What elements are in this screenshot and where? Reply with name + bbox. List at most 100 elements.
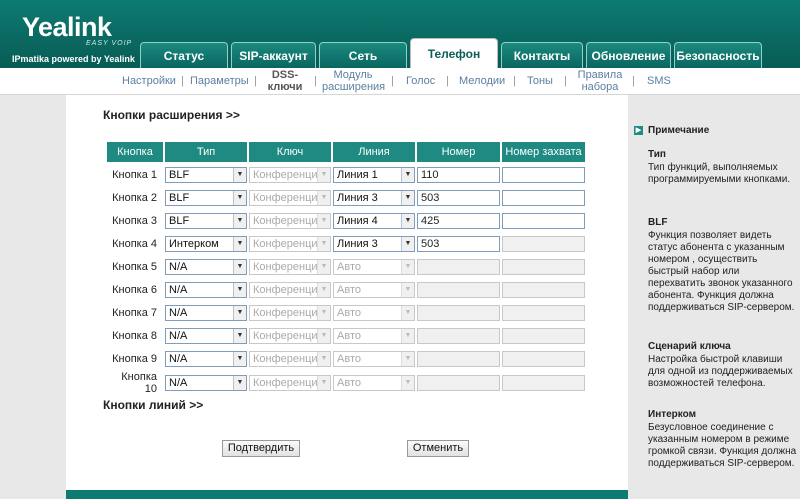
brand-tagline: EASY VOIP [86,40,133,47]
table-row: Кнопка 9 N/A ▼ Конференци ▼ Авто ▼ [107,348,585,369]
value-cell: Конференци ▼ [249,279,331,300]
type-select[interactable]: N/A ▼ [165,304,247,321]
line-select[interactable]: Линия 4 ▼ [333,212,415,229]
table-row: Кнопка 8 N/A ▼ Конференци ▼ Авто ▼ [107,325,585,346]
line-cell: Линия 3 ▼ [333,233,415,254]
subnav-module[interactable]: Модуль расширения [322,69,386,93]
table-header-row: Кнопка Тип Ключ Линия Номер Номер захват… [107,142,585,162]
subnav-sms[interactable]: SMS [647,75,671,87]
pickup-input[interactable] [502,166,585,183]
type-select[interactable]: N/A ▼ [165,327,247,344]
note-intercom-title: Интерком [648,409,697,420]
row-label: Кнопка 3 [112,214,157,227]
type-select[interactable]: BLF ▼ [165,212,247,229]
number-cell [417,256,500,277]
cancel-button[interactable]: Отменить [407,440,469,457]
dropdown-arrow-icon: ▼ [317,190,330,205]
value-select: Конференци ▼ [249,166,331,183]
type-cell: BLF ▼ [165,164,247,185]
dropdown-arrow-icon: ▼ [233,190,246,205]
type-select[interactable]: Интерком ▼ [165,235,247,252]
line-select-value: Линия 1 [337,168,378,181]
subnav-separator: | [391,75,394,87]
line-select[interactable]: Линия 3 ▼ [333,235,415,252]
section-title-expansion: Кнопки расширения >> [103,108,240,122]
type-select[interactable]: N/A ▼ [165,281,247,298]
dropdown-arrow-icon: ▼ [233,282,246,297]
panel-footer-bar [66,490,628,499]
value-select: Конференци ▼ [249,235,331,252]
value-select-value: Конференци [253,352,318,365]
pickup-input [502,375,585,391]
tab-phone[interactable]: Телефон [410,38,498,68]
dropdown-arrow-icon: ▼ [317,236,330,251]
table-row: Кнопка 1 BLF ▼ Конференци ▼ Линия 1 ▼ 110 [107,164,585,185]
subnav-melodies[interactable]: Мелодии [459,75,505,87]
sub-navigation: Настройки | Параметры | DSS- ключи | Мод… [0,68,800,95]
note-title: Примечание [648,125,710,136]
note-blf-text: Функция позволяет видеть статус абонента… [648,230,795,313]
subnav-dial-rules[interactable]: Правила набора [576,69,624,93]
number-input[interactable]: 503 [417,189,500,206]
number-input[interactable]: 110 [417,166,500,183]
line-select-value: Авто [337,377,361,389]
type-select[interactable]: N/A ▼ [165,258,247,275]
line-cell: Авто ▼ [333,302,415,323]
value-select-value: Конференци [253,168,318,181]
pickup-cell [502,302,585,323]
subnav-settings[interactable]: Настройки [122,75,176,87]
row-label: Кнопка 7 [112,306,157,319]
type-select[interactable]: BLF ▼ [165,189,247,206]
line-select[interactable]: Линия 1 ▼ [333,166,415,183]
line-select[interactable]: Линия 3 ▼ [333,189,415,206]
value-select: Конференци ▼ [249,327,331,344]
subnav-module-line2: расширения [322,81,386,93]
line-cell: Авто ▼ [333,279,415,300]
value-cell: Конференци ▼ [249,371,331,395]
row-label: Кнопка 9 [112,352,157,365]
line-cell: Авто ▼ [333,371,415,395]
subnav-voice[interactable]: Голос [406,75,435,87]
number-input[interactable]: 503 [417,235,500,252]
tab-sip-account[interactable]: SIP-аккаунт [231,42,316,68]
subnav-separator: | [181,75,184,87]
table-row: Кнопка 7 N/A ▼ Конференци ▼ Авто ▼ [107,302,585,323]
value-cell: Конференци ▼ [249,210,331,231]
type-select[interactable]: N/A ▼ [165,375,247,391]
type-cell: BLF ▼ [165,210,247,231]
type-select[interactable]: N/A ▼ [165,350,247,367]
type-select[interactable]: BLF ▼ [165,166,247,183]
pickup-cell [502,325,585,346]
brand-powered: IPmatika powered by Yealink [12,54,135,64]
tab-status[interactable]: Статус [140,42,228,68]
tab-contacts[interactable]: Контакты [501,42,583,68]
value-cell: Конференци ▼ [249,233,331,254]
number-input [417,258,500,275]
tab-security[interactable]: Безопасность [674,42,762,68]
row-label: Кнопка 5 [112,260,157,273]
confirm-button[interactable]: Подтвердить [222,440,300,457]
number-cell: 425 [417,210,500,231]
pickup-input [502,235,585,252]
section-title-lines[interactable]: Кнопки линий >> [103,398,203,412]
col-header-line: Линия [333,142,415,162]
note-intercom: Интерком Безусловное соединение с указан… [648,409,798,470]
pickup-input [502,327,585,344]
tab-network[interactable]: Сеть [319,42,407,68]
row-label: Кнопка 1 [112,168,157,181]
subnav-tones[interactable]: Тоны [527,75,553,87]
subnav-params[interactable]: Параметры [190,75,249,87]
type-select-value: N/A [169,283,188,296]
pickup-cell [502,233,585,254]
subnav-dss-line2: ключи [267,81,303,93]
pickup-input[interactable] [502,212,585,229]
pickup-input[interactable] [502,189,585,206]
tab-upgrade[interactable]: Обновление [586,42,671,68]
pickup-cell [502,164,585,185]
subnav-dss-keys[interactable]: DSS- ключи [262,69,308,93]
dropdown-arrow-icon: ▼ [401,190,414,205]
number-input[interactable]: 425 [417,212,500,229]
type-cell: N/A ▼ [165,325,247,346]
number-input [417,281,500,298]
subnav-separator: | [314,75,317,87]
